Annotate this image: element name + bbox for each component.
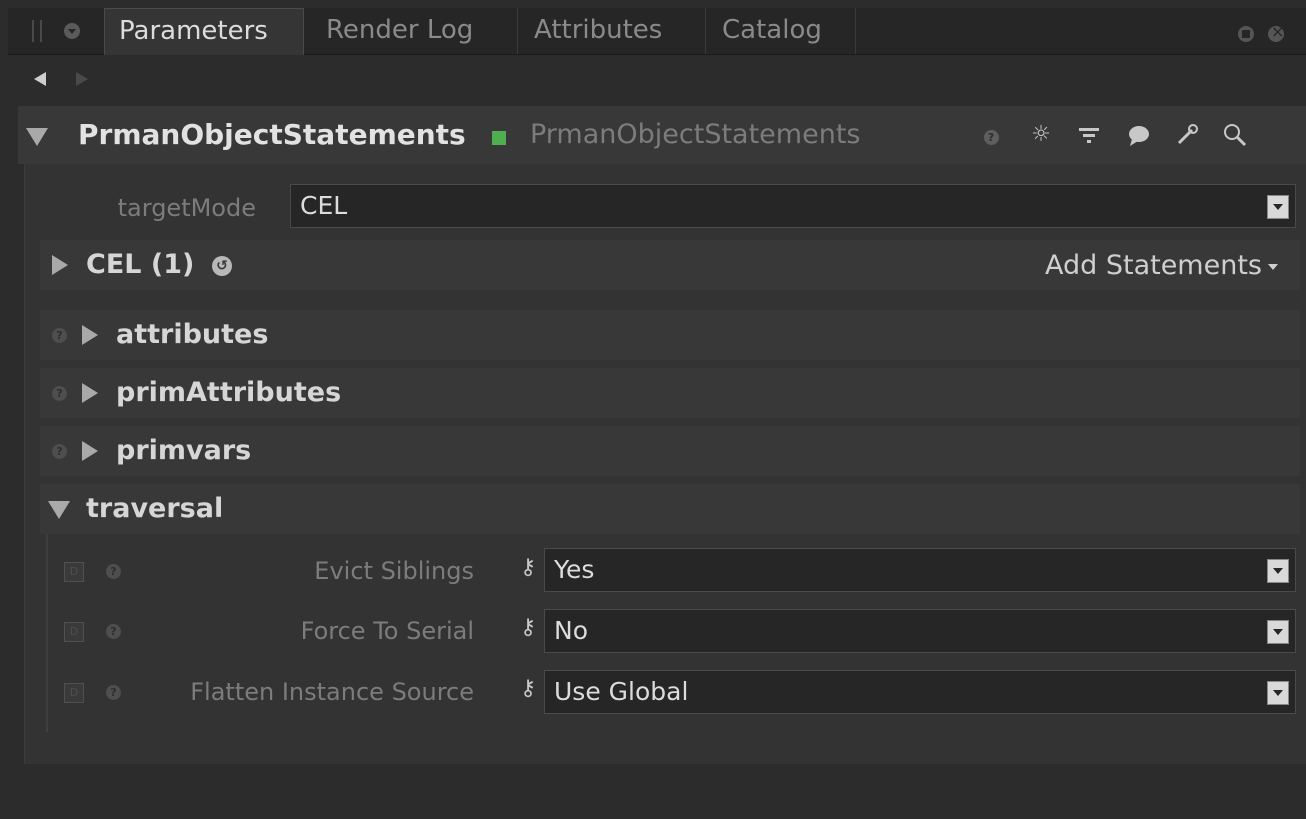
group-prim-attributes[interactable]: ? primAttributes [40,368,1300,418]
expand-icon[interactable] [82,325,98,345]
expand-icon[interactable] [82,441,98,461]
chevron-down-icon[interactable] [1267,195,1289,219]
param-value: Use Global [554,677,689,706]
group-label: traversal [86,493,224,524]
node-type: PrmanObjectStatements [530,119,861,150]
comment-icon[interactable] [1126,122,1152,148]
target-mode-value: CEL [300,191,348,220]
chevron-down-icon[interactable] [1267,620,1289,644]
node-name[interactable]: PrmanObjectStatements [78,118,466,151]
expand-icon[interactable] [52,255,68,275]
hierarchy-icon[interactable] [1076,122,1102,148]
param-value: Yes [554,555,595,584]
force-to-serial-combo[interactable]: No [544,609,1296,653]
group-traversal[interactable]: traversal [40,484,1300,534]
tab-catalog[interactable]: Catalog [708,8,856,54]
help-icon[interactable]: ? [106,624,121,639]
param-label: Flatten Instance Source [190,678,474,706]
history-nav [8,56,1306,100]
help-icon[interactable]: ? [978,122,1004,148]
tab-render-log[interactable]: Render Log [312,8,518,54]
gear-icon[interactable]: ☼ [1028,122,1054,148]
help-icon[interactable]: ? [106,564,121,579]
group-primvars[interactable]: ? primvars [40,426,1300,476]
reset-icon[interactable]: ↺ [212,256,232,276]
back-arrow-icon[interactable] [34,72,46,86]
key-icon[interactable]: ⚷ [520,615,536,645]
node-header: PrmanObjectStatements PrmanObjectStateme… [18,106,1306,164]
param-label: Force To Serial [300,617,474,645]
target-mode-label: targetMode [117,194,256,222]
drag-grip-icon[interactable] [32,20,42,42]
help-icon[interactable]: ? [52,328,67,343]
help-icon[interactable]: ? [52,444,67,459]
collapse-node-icon[interactable] [26,128,48,146]
search-icon[interactable] [1222,122,1248,148]
default-toggle[interactable]: D [64,562,84,582]
cel-group-label: CEL (1) [86,249,195,280]
group-label: primAttributes [116,377,342,408]
forward-arrow-icon[interactable] [76,72,88,86]
chevron-down-icon[interactable] [1267,681,1289,705]
tab-attributes[interactable]: Attributes [520,8,706,54]
group-label: attributes [116,319,269,350]
help-icon[interactable]: ? [52,386,67,401]
param-label: Evict Siblings [314,557,474,585]
default-toggle[interactable]: D [64,683,84,703]
chevron-down-icon[interactable] [1267,559,1289,583]
caret-down-icon [1268,263,1278,270]
tab-menu-icon[interactable] [64,23,80,39]
key-icon[interactable]: ⚷ [520,676,536,706]
close-icon[interactable] [1268,22,1284,42]
evict-siblings-combo[interactable]: Yes [544,548,1296,592]
flatten-instance-source-combo[interactable]: Use Global [544,670,1296,714]
help-icon[interactable]: ? [106,685,121,700]
group-label: primvars [116,435,252,466]
group-attributes[interactable]: ? attributes [40,310,1300,360]
maximize-icon[interactable] [1238,26,1254,42]
wrench-icon[interactable] [1174,122,1200,148]
target-mode-combo[interactable]: CEL [290,184,1296,228]
collapse-icon[interactable] [48,501,70,519]
tab-bar: Parameters Render Log Attributes Catalog [8,8,1306,55]
node-status-indicator [492,131,506,145]
default-toggle[interactable]: D [64,622,84,642]
cel-group-header[interactable]: CEL (1) ↺ Add Statements [40,240,1300,290]
key-icon[interactable]: ⚷ [520,555,536,585]
add-statements-button[interactable]: Add Statements [1045,250,1278,281]
param-value: No [554,616,588,645]
tab-parameters[interactable]: Parameters [104,8,304,55]
expand-icon[interactable] [82,383,98,403]
